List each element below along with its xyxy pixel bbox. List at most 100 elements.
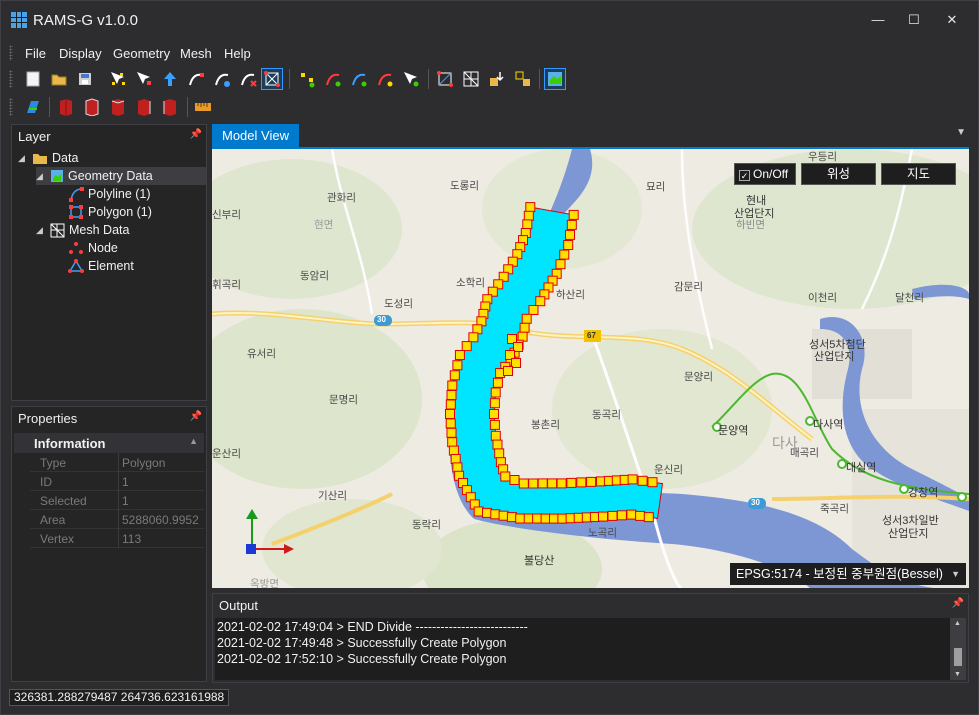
collapse-arrow-icon[interactable]: ◢: [36, 171, 46, 182]
maximize-button[interactable]: ☐: [899, 9, 929, 31]
node-edit-icon[interactable]: [400, 68, 422, 90]
ruler-icon[interactable]: [192, 96, 214, 118]
cube-red-4-icon[interactable]: [133, 96, 155, 118]
new-file-icon[interactable]: [22, 68, 44, 90]
collapse-arrow-icon[interactable]: ▲: [189, 436, 198, 446]
polygon-icon: [69, 205, 83, 219]
cube-red-1-icon[interactable]: [55, 96, 77, 118]
mesh-boundary-cell: [521, 313, 532, 324]
select-node-icon[interactable]: [107, 68, 129, 90]
collapse-arrow-icon[interactable]: ◢: [18, 153, 28, 164]
move-node-icon[interactable]: [133, 68, 155, 90]
tab-model-view[interactable]: Model View: [212, 124, 299, 147]
property-group-information[interactable]: Information ▲: [14, 433, 204, 453]
mesh-boundary-cell: [647, 477, 658, 488]
mesh-boundary-cell: [473, 506, 484, 517]
mesh-boundary-cell: [445, 418, 456, 429]
mesh-boundary-cell: [445, 399, 456, 410]
scroll-up-icon[interactable]: ▲: [954, 620, 961, 627]
close-button[interactable]: ✕: [937, 9, 967, 31]
edit-polyline-icon[interactable]: [211, 68, 233, 90]
map-label: 문명리: [329, 394, 358, 406]
pin-icon[interactable]: 📌: [952, 598, 964, 609]
cube-red-2-icon[interactable]: [81, 96, 103, 118]
mesh-boundary-cell: [535, 296, 546, 307]
menu-display[interactable]: Display: [59, 46, 102, 61]
tab-dropdown-icon[interactable]: ▼: [956, 127, 966, 138]
crs-select[interactable]: EPSG:5174 - 보정된 중부원점(Bessel) ▼: [730, 563, 966, 585]
tree-label: Geometry Data: [68, 169, 153, 183]
mesh-boundary-cell: [523, 513, 534, 524]
output-panel: Output 📌 2021-02-02 17:49:04 > END Divide…: [212, 593, 969, 683]
map-label: 옥방면: [250, 578, 279, 588]
interpolate-icon[interactable]: [22, 96, 44, 118]
mesh-boundary-cell: [452, 462, 463, 473]
map-label: 도롱리: [450, 180, 479, 192]
delete-polyline-icon[interactable]: [237, 68, 259, 90]
pin-icon[interactable]: 📌: [190, 129, 202, 140]
menu-geometry[interactable]: Geometry: [113, 46, 170, 61]
mesh-boundary-cell: [556, 478, 567, 489]
property-value: 1: [122, 494, 129, 508]
onoff-label: On/Off: [753, 167, 789, 181]
satellite-button[interactable]: 위성: [801, 163, 876, 185]
minimize-button[interactable]: —: [863, 9, 893, 31]
create-polygon-icon[interactable]: [434, 68, 456, 90]
pin-icon[interactable]: 📌: [190, 411, 202, 422]
map-button[interactable]: 지도: [881, 163, 956, 185]
menu-help[interactable]: Help: [224, 46, 251, 61]
chevron-down-icon[interactable]: ▼: [951, 563, 960, 585]
tree-item-mesh[interactable]: ◢ Mesh Data: [36, 221, 129, 239]
tree-item-node[interactable]: Node: [68, 239, 118, 257]
mesh-boundary-cell: [537, 478, 548, 489]
add-node-icon[interactable]: [159, 68, 181, 90]
mesh-boundary-cell: [445, 409, 455, 419]
output-scrollbar[interactable]: ▲ ▼: [950, 618, 966, 680]
add-line-icon[interactable]: [348, 68, 370, 90]
tree-item-polygon[interactable]: Polygon (1): [68, 203, 152, 221]
mesh-boundary-cell: [447, 437, 458, 448]
property-value: 1: [122, 475, 129, 489]
mesh-boundary-cell: [500, 471, 511, 482]
import-mesh-icon[interactable]: [486, 68, 508, 90]
export-mesh-icon[interactable]: [512, 68, 534, 90]
merge-line-icon[interactable]: [374, 68, 396, 90]
map-canvas[interactable]: [212, 149, 969, 588]
collapse-arrow-icon[interactable]: ◢: [36, 225, 46, 236]
tree-item-polyline[interactable]: Polyline (1): [68, 185, 151, 203]
map-label: 운신리: [654, 464, 683, 476]
tree-item-data[interactable]: ◢ Data: [18, 149, 78, 167]
divide-polygon-icon[interactable]: [261, 68, 283, 90]
add-polyline-icon[interactable]: [185, 68, 207, 90]
properties-panel: Properties 📌 Information ▲ Type Polygon ID 1…: [11, 406, 207, 682]
map-view-icon[interactable]: [544, 68, 566, 90]
polyline-point-icon[interactable]: [322, 68, 344, 90]
geometry-icon: [51, 170, 63, 182]
output-log[interactable]: 2021-02-02 17:49:04 > END Divide -------…: [215, 618, 950, 680]
log-line: 2021-02-02 17:52:10 > Successfully Creat…: [217, 652, 507, 666]
toolbar-separator: [49, 97, 50, 117]
road-number: 30: [751, 498, 760, 507]
onoff-toggle[interactable]: ✓ On/Off: [734, 163, 796, 185]
toolbar-grip: [9, 98, 13, 116]
mesh-boundary-cell: [468, 332, 479, 343]
cube-red-5-icon[interactable]: [159, 96, 181, 118]
tree-item-element[interactable]: Element: [68, 257, 134, 275]
select-point-icon[interactable]: [296, 68, 318, 90]
mesh-boundary-cell: [503, 366, 513, 376]
checkbox-checked-icon[interactable]: ✓: [739, 170, 750, 181]
tree-item-geometry[interactable]: ◢ Geometry Data: [36, 167, 206, 185]
scroll-down-icon[interactable]: ▼: [954, 671, 961, 678]
cube-red-3-icon[interactable]: [107, 96, 129, 118]
mesh-grid-icon[interactable]: [460, 68, 482, 90]
layer-title-text: Layer: [18, 129, 51, 144]
mesh-boundary-cell: [576, 477, 587, 488]
menu-mesh[interactable]: Mesh: [180, 46, 212, 61]
tree-label: Data: [52, 151, 79, 165]
open-folder-icon[interactable]: [48, 68, 70, 90]
map-view[interactable]: 우등리 관화리 도롱리 묘리 현내 산업단지 신부리 하빈면 동암리 소학리 하…: [212, 147, 969, 588]
save-icon[interactable]: [74, 68, 96, 90]
map-label: 기산리: [318, 490, 347, 502]
menu-file[interactable]: File: [25, 46, 46, 61]
scrollbar-thumb[interactable]: [954, 648, 962, 666]
